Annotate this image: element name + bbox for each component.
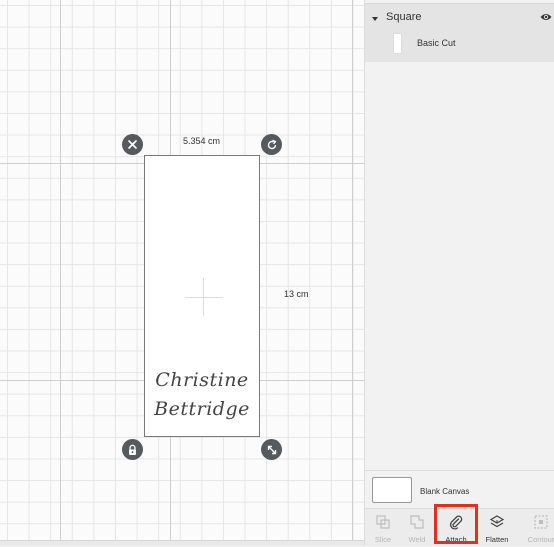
- center-crosshair: [185, 297, 223, 298]
- height-dimension-label: 13 cm: [284, 289, 309, 299]
- center-crosshair: [203, 278, 204, 316]
- text-line-2: Bettridge: [154, 398, 250, 420]
- delete-handle[interactable]: [122, 134, 143, 155]
- layer-group-square[interactable]: Square Basic Cut: [365, 4, 554, 62]
- layer-thumbnail: [393, 33, 402, 54]
- contour-icon: [534, 515, 548, 529]
- layer-group-label: Square: [386, 11, 422, 23]
- width-dimension-label: 5.354 cm: [183, 136, 221, 146]
- grid-line: [352, 0, 353, 540]
- weld-label: Weld: [408, 535, 426, 544]
- rotate-handle[interactable]: [261, 134, 282, 155]
- resize-diagonal-icon: [267, 445, 276, 454]
- slice-icon: [376, 515, 390, 529]
- slice-button[interactable]: Slice: [365, 509, 401, 547]
- caret-down-icon[interactable]: [372, 17, 378, 21]
- lock-handle[interactable]: [122, 439, 143, 460]
- close-icon: [128, 140, 137, 149]
- attach-highlight-box: [434, 504, 478, 544]
- canvas-scrollbar[interactable]: [0, 540, 364, 546]
- blank-canvas-swatch[interactable]: [372, 477, 412, 503]
- flatten-button[interactable]: Flatten: [479, 509, 515, 547]
- blank-canvas-label: Blank Canvas: [420, 487, 470, 496]
- eye-icon[interactable]: [540, 12, 552, 22]
- flatten-layers-icon: [489, 515, 505, 528]
- grid-line: [60, 0, 61, 540]
- name-text-block[interactable]: Christine Bettridge: [146, 366, 258, 424]
- rotate-icon: [267, 139, 276, 149]
- resize-handle[interactable]: [261, 439, 282, 460]
- slice-label: Slice: [374, 535, 392, 544]
- lock-icon: [129, 444, 136, 455]
- weld-button[interactable]: Weld: [399, 509, 435, 547]
- weld-icon: [410, 515, 424, 529]
- flatten-label: Flatten: [485, 535, 509, 544]
- contour-label: Contour: [527, 535, 554, 544]
- contour-button[interactable]: Contour: [523, 509, 554, 547]
- layer-operation-label: Basic Cut: [417, 38, 456, 48]
- design-canvas[interactable]: Christine Bettridge 5.354 cm 13 cm: [0, 0, 364, 540]
- layers-panel: Square Basic Cut Blank Canvas Slice Weld: [364, 0, 554, 546]
- text-line-1: Christine: [155, 369, 249, 391]
